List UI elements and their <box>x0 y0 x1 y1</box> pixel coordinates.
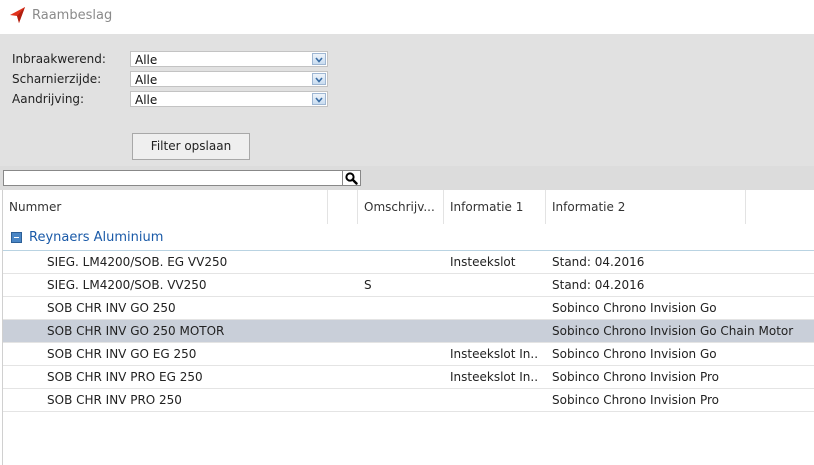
cell-informatie-2: Sobinco Chrono Invision Go <box>552 301 717 315</box>
cell-informatie-2: Stand: 04.2016 <box>552 255 645 269</box>
cell-informatie-2: Sobinco Chrono Invision Pro <box>552 370 719 384</box>
dropdown-button[interactable] <box>312 93 326 105</box>
column-header-informatie-2[interactable]: Informatie 2 <box>546 190 746 224</box>
filter-select-scharnierzijde[interactable]: Alle <box>130 71 328 87</box>
filter-label-scharnierzijde: Scharnierzijde: <box>12 72 102 86</box>
red-arrow-icon <box>10 7 25 23</box>
filter-label-aandrijving: Aandrijving: <box>12 92 85 106</box>
group-row[interactable]: Reynaers Aluminium <box>3 226 814 251</box>
cell-nummer: SOB CHR INV GO 250 <box>47 301 176 315</box>
cell-informatie-1: Insteekslot In... <box>450 347 538 361</box>
search-input[interactable] <box>3 170 343 186</box>
cell-nummer: SIEG. LM4200/SOB. EG VV250 <box>47 255 228 269</box>
filter-select-inbraakwerend[interactable]: Alle <box>130 51 328 67</box>
dropdown-button[interactable] <box>312 53 326 65</box>
results-grid: Nummer Omschrijv... Informatie 1 Informa… <box>2 190 814 465</box>
filter-save-button[interactable]: Filter opslaan <box>132 133 250 160</box>
cell-informatie-2: Sobinco Chrono Invision Pro <box>552 393 719 407</box>
cell-nummer: SOB CHR INV PRO EG 250 <box>47 370 203 384</box>
group-label: Reynaers Aluminium <box>29 230 164 245</box>
cell-omschrijving: S <box>364 278 372 292</box>
column-header-informatie-1[interactable]: Informatie 1 <box>444 190 546 224</box>
filter-select-aandrijving[interactable]: Alle <box>130 91 328 107</box>
dropdown-button[interactable] <box>312 73 326 85</box>
table-row[interactable]: SIEG. LM4200/SOB. EG VV250 Insteekslot Sta… <box>3 251 814 274</box>
table-row[interactable]: SOB CHR INV GO 250 Sobinco Chrono Invisio… <box>3 297 814 320</box>
filter-panel: Inbraakwerend: Alle Scharnierzijde: Alle… <box>0 34 814 166</box>
table-row[interactable]: SIEG. LM4200/SOB. VV250 S Stand: 04.2016 <box>3 274 814 297</box>
title-bar: Raambeslag <box>0 0 814 34</box>
filter-label-inbraakwerend: Inbraakwerend: <box>12 52 106 66</box>
table-row[interactable]: SOB CHR INV PRO 250 Sobinco Chrono Invisi… <box>3 389 814 412</box>
cell-nummer: SIEG. LM4200/SOB. VV250 <box>47 278 207 292</box>
filter-value: Alle <box>135 53 158 67</box>
filter-value: Alle <box>135 73 158 87</box>
cell-informatie-1: Insteekslot <box>450 255 516 269</box>
table-row[interactable]: SOB CHR INV GO EG 250 Insteekslot In... So… <box>3 343 814 366</box>
chevron-down-icon <box>315 77 323 83</box>
column-header-blank[interactable] <box>328 190 358 224</box>
cell-informatie-2: Sobinco Chrono Invision Go <box>552 347 717 361</box>
column-header-nummer[interactable]: Nummer <box>3 190 328 224</box>
filter-value: Alle <box>135 93 158 107</box>
search-button[interactable] <box>343 170 361 186</box>
window-title: Raambeslag <box>32 8 113 23</box>
collapse-icon[interactable] <box>11 232 22 243</box>
cell-nummer: SOB CHR INV GO EG 250 <box>47 347 197 361</box>
cell-informatie-2: Stand: 04.2016 <box>552 278 645 292</box>
table-row[interactable]: SOB CHR INV PRO EG 250 Insteekslot In... S… <box>3 366 814 389</box>
table-row[interactable]: SOB CHR INV GO 250 MOTOR Sobinco Chrono I… <box>3 320 814 343</box>
cell-informatie-2: Sobinco Chrono Invision Go Chain Motor <box>552 324 794 338</box>
search-icon <box>345 172 358 185</box>
column-header-omschrijving[interactable]: Omschrijv... <box>358 190 444 224</box>
chevron-down-icon <box>315 97 323 103</box>
cell-informatie-1: Insteekslot In... <box>450 370 538 384</box>
cell-nummer: SOB CHR INV GO 250 MOTOR <box>47 324 225 338</box>
chevron-down-icon <box>315 57 323 63</box>
cell-nummer: SOB CHR INV PRO 250 <box>47 393 182 407</box>
